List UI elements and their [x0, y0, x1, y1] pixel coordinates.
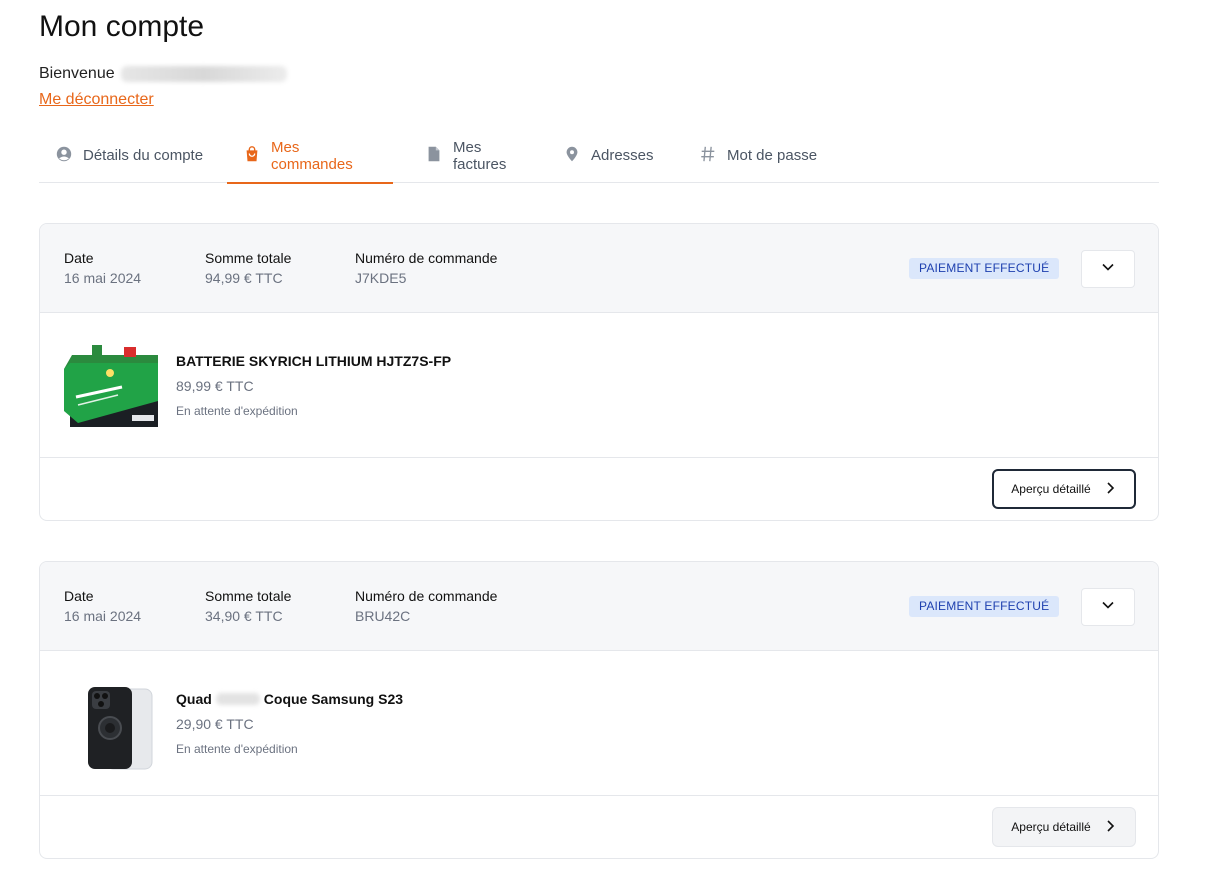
product-name-end: Coque Samsung S23: [263, 691, 404, 707]
document-icon: [425, 145, 443, 167]
detail-button-label: Aperçu détaillé: [1011, 482, 1091, 496]
user-name-redacted: [120, 66, 287, 82]
chevron-right-icon: [1103, 819, 1117, 836]
total-value: 34,90 € TTC: [205, 608, 283, 624]
product-name[interactable]: BATTERIE SKYRICH LITHIUM HJTZ7S-FP: [176, 353, 451, 369]
detail-view-button[interactable]: Aperçu détaillé: [992, 807, 1136, 847]
product-price: 89,99 € TTC: [176, 378, 254, 394]
order-footer: Aperçu détaillé: [40, 458, 1158, 520]
phone-case-image[interactable]: [62, 679, 162, 771]
date-label: Date: [64, 588, 94, 604]
order-date: Date 16 mai 2024: [64, 250, 141, 286]
chevron-right-icon: [1103, 481, 1117, 498]
order-item: Quad Coque Samsung S23 29,90 € TTC En at…: [40, 651, 1158, 796]
tab-addresses[interactable]: Adresses: [547, 128, 683, 183]
expand-order-button[interactable]: [1081, 250, 1135, 288]
date-value: 16 mai 2024: [64, 270, 142, 286]
shopping-bag-icon: [243, 145, 261, 167]
total-label: Somme totale: [205, 250, 292, 266]
tab-label: Mes commandes: [271, 138, 353, 173]
order-number-value: J7KDE5: [355, 270, 407, 286]
product-name-redacted: [215, 693, 260, 705]
date-value: 16 mai 2024: [64, 608, 142, 624]
product-status: En attente d'expédition: [176, 404, 298, 418]
order-number-label: Numéro de commande: [355, 588, 498, 604]
tab-label: Mes factures: [453, 138, 507, 173]
order-date: Date 16 mai 2024: [64, 588, 141, 624]
expand-order-button[interactable]: [1081, 588, 1135, 626]
tab-label: Mot de passe: [727, 147, 818, 164]
order-total: Somme totale 34,90 € TTC: [205, 588, 291, 624]
status-badge: PAIEMENT EFFECTUÉ: [909, 596, 1060, 617]
order-footer: Aperçu détaillé: [40, 796, 1158, 858]
tab-invoices[interactable]: Mes factures: [393, 128, 547, 183]
order-header: Date 16 mai 2024 Somme totale 34,90 € TT…: [40, 562, 1158, 651]
order-card: Date 16 mai 2024 Somme totale 94,99 € TT…: [39, 223, 1159, 521]
order-item: BATTERIE SKYRICH LITHIUM HJTZ7S-FP 89,99…: [40, 313, 1158, 458]
product-status: En attente d'expédition: [176, 742, 298, 756]
date-label: Date: [64, 250, 94, 266]
chevron-down-icon: [1100, 597, 1116, 618]
status-badge: PAIEMENT EFFECTUÉ: [909, 258, 1060, 279]
tab-label: Détails du compte: [83, 147, 204, 164]
chevron-down-icon: [1100, 259, 1116, 280]
hash-icon: [699, 145, 717, 167]
tab-account-details[interactable]: Détails du compte: [39, 128, 227, 183]
detail-view-button[interactable]: Aperçu détaillé: [992, 469, 1136, 509]
tab-label: Adresses: [591, 147, 654, 164]
product-name[interactable]: Quad Coque Samsung S23: [176, 691, 403, 707]
page-title: Mon compte: [39, 10, 205, 43]
logout-link[interactable]: Me déconnecter: [39, 91, 154, 109]
product-name-start: Quad: [176, 691, 212, 707]
order-number: Numéro de commande J7KDE5: [355, 250, 497, 286]
order-total: Somme totale 94,99 € TTC: [205, 250, 291, 286]
total-label: Somme totale: [205, 588, 292, 604]
order-number: Numéro de commande BRU42C: [355, 588, 497, 624]
total-value: 94,99 € TTC: [205, 270, 283, 286]
detail-button-label: Aperçu détaillé: [1011, 820, 1091, 834]
welcome-line: Bienvenue: [39, 65, 287, 83]
map-pin-icon: [563, 145, 581, 167]
user-circle-icon: [55, 145, 73, 167]
order-number-value: BRU42C: [355, 608, 411, 624]
order-number-label: Numéro de commande: [355, 250, 498, 266]
tab-orders[interactable]: Mes commandes: [227, 128, 393, 184]
order-header: Date 16 mai 2024 Somme totale 94,99 € TT…: [40, 224, 1158, 313]
product-price: 29,90 € TTC: [176, 716, 254, 732]
tab-password[interactable]: Mot de passe: [683, 128, 843, 183]
account-tabs: Détails du compte Mes commandes Mes fact…: [39, 128, 1159, 184]
welcome-label: Bienvenue: [39, 65, 115, 82]
order-card: Date 16 mai 2024 Somme totale 34,90 € TT…: [39, 561, 1159, 859]
battery-image[interactable]: [62, 341, 162, 433]
